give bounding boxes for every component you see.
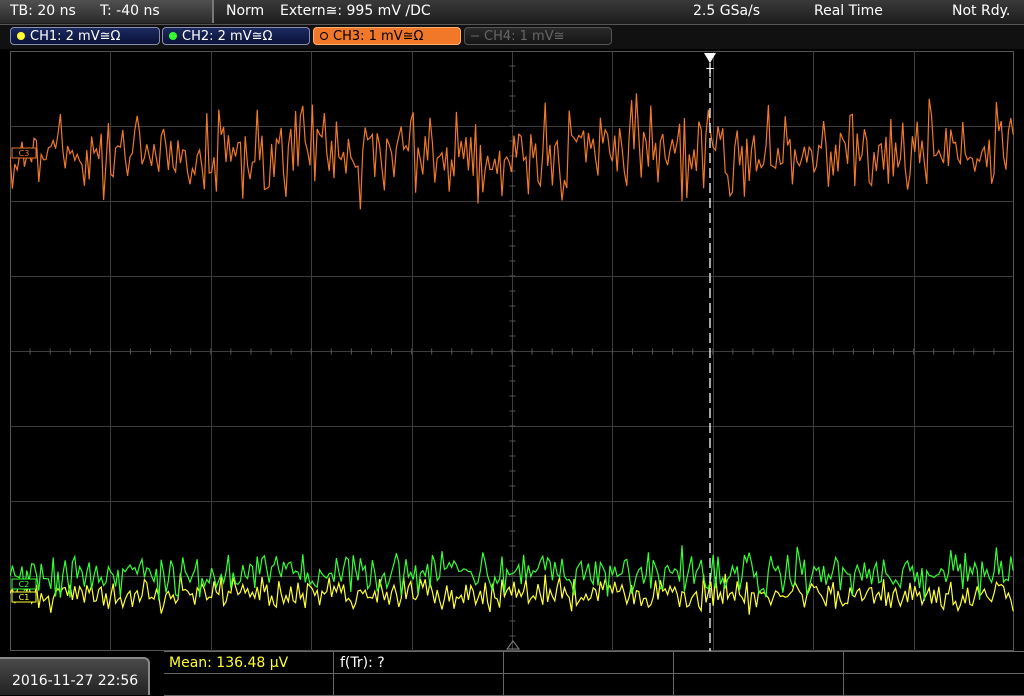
channel-2-label: CH2: 2 mV≅Ω: [182, 29, 273, 44]
measurement-ftr-cell[interactable]: f(Tr): ?: [334, 652, 504, 674]
timebase-value: TB: 20 ns: [10, 3, 76, 19]
timebase-panel[interactable]: TB: 20 ns T: -40 ns: [0, 0, 214, 23]
measurement-empty-cell[interactable]: [504, 674, 674, 696]
waveform-display[interactable]: T C3 C2 C1: [10, 51, 1014, 651]
measurement-table: Mean: 136.48 µV f(Tr): ?: [164, 651, 1024, 696]
channel-4-label: CH4: 1 mV≅: [484, 29, 565, 44]
channel-2-tab[interactable]: CH2: 2 mV≅Ω: [162, 27, 310, 45]
channel-4-off-icon: [471, 35, 479, 37]
measurement-empty-cell[interactable]: [164, 674, 334, 696]
channel-3-dot-icon: [320, 32, 328, 40]
channel-2-marker[interactable]: C2: [11, 578, 37, 590]
channel-3-marker[interactable]: C3: [11, 147, 37, 159]
bottom-bar: 2016-11-27 22:56 Mean: 136.48 µV f(Tr): …: [0, 651, 1024, 696]
channel-3-marker-label: C3: [19, 149, 30, 158]
measurement-empty-cell[interactable]: [844, 652, 1024, 674]
measurement-mean-cell[interactable]: Mean: 136.48 µV: [164, 652, 334, 674]
channel-4-tab[interactable]: CH4: 1 mV≅: [464, 27, 612, 45]
datetime: 2016-11-27 22:56: [12, 673, 139, 689]
sample-rate: 2.5 GSa/s: [693, 3, 761, 19]
measurement-mean: Mean: 136.48 µV: [169, 655, 289, 671]
measurement-empty-cell[interactable]: [334, 674, 504, 696]
channel-1-tab[interactable]: CH1: 2 mV≅Ω: [10, 27, 160, 45]
status-bar: TB: 20 ns T: -40 ns Norm Extern≅: 995 mV…: [0, 0, 1024, 25]
channel-1-marker-label: C1: [19, 593, 30, 602]
measurement-ftr: f(Tr): ?: [340, 655, 385, 671]
trigger-marker-label: T: [705, 66, 714, 80]
trigger-status: Not Rdy.: [952, 3, 1011, 19]
trigger-arrow-icon[interactable]: [704, 53, 716, 63]
measurement-empty-cell[interactable]: [674, 674, 844, 696]
acquisition-mode: Real Time: [814, 3, 883, 19]
channel-2-dot-icon: [169, 32, 177, 40]
channel-1-label: CH1: 2 mV≅Ω: [30, 29, 121, 44]
datetime-panel: 2016-11-27 22:56: [0, 657, 150, 695]
measurement-empty-cell[interactable]: [674, 652, 844, 674]
trigger-time-value: T: -40 ns: [100, 3, 160, 19]
channel-1-marker[interactable]: C1: [11, 591, 37, 603]
channel-2-marker-label: C2: [19, 580, 30, 589]
trigger-source[interactable]: Extern≅: 995 mV ∕DC: [280, 3, 431, 19]
channel-1-dot-icon: [17, 32, 25, 40]
measurement-empty-cell[interactable]: [844, 674, 1024, 696]
trigger-mode[interactable]: Norm: [226, 3, 264, 19]
channel-tabs: CH1: 2 mV≅Ω CH2: 2 mV≅Ω CH3: 1 mV≅Ω CH4:…: [0, 25, 1024, 49]
measurement-empty-cell[interactable]: [504, 652, 674, 674]
channel-3-label: CH3: 1 mV≅Ω: [333, 29, 424, 44]
channel-3-tab[interactable]: CH3: 1 mV≅Ω: [313, 27, 461, 45]
